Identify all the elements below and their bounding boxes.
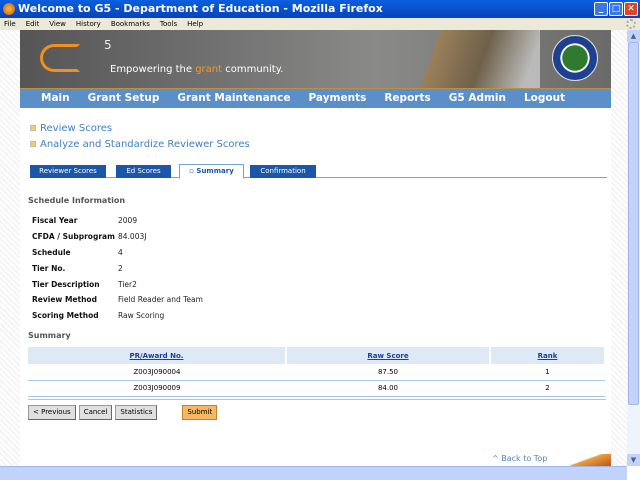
menu-help[interactable]: Help [187, 18, 203, 30]
info-label: Tier Description [32, 279, 100, 289]
library-image [390, 30, 540, 88]
score-cell: 87.50 [286, 364, 490, 381]
viewport: 5 Empowering the grant community. Main G… [0, 30, 627, 466]
nav-reports[interactable]: Reports [384, 89, 430, 108]
tab-confirmation[interactable]: Confirmation [250, 165, 316, 178]
info-row: Fiscal Year 2009 [32, 213, 203, 229]
tab-bar: Reviewer Scores Ed Scores ▫ Summary Conf… [30, 164, 607, 179]
tagline-post: community. [222, 64, 284, 75]
maximize-button[interactable]: □ [609, 2, 623, 16]
nav-grant-maintenance[interactable]: Grant Maintenance [177, 89, 290, 108]
tagline: Empowering the grant community. [110, 64, 283, 75]
nav-g5-admin[interactable]: G5 Admin [449, 89, 506, 108]
schedule-info: Fiscal Year 2009 CFDA / Subprogram 84.003J S… [32, 213, 203, 324]
table-row: Z003J090009 84.00 2 [28, 380, 605, 397]
info-row: CFDA / Subprogram 84.003J [32, 229, 203, 245]
info-label: Review Method [32, 295, 97, 305]
tab-summary-label: Summary [196, 167, 234, 175]
menu-bar: File Edit View History Bookmarks Tools H… [0, 18, 640, 30]
summary-table: PR/Award No. Raw Score Rank Z003J090004 8… [28, 347, 606, 397]
main-nav: Main Grant Setup Grant Maintenance Payme… [20, 88, 611, 108]
statistics-button[interactable]: Statistics [115, 405, 158, 420]
department-seal [552, 35, 598, 81]
link-label: Review Scores [40, 122, 113, 134]
col-raw-score[interactable]: Raw Score [286, 347, 491, 364]
table-row: Z003J090004 87.50 1 [28, 364, 605, 381]
menu-tools[interactable]: Tools [160, 18, 177, 30]
vertical-scrollbar[interactable]: ▲ ▼ [627, 30, 640, 466]
rank-cell: 1 [490, 364, 605, 381]
info-row: Schedule 4 [32, 245, 203, 261]
info-label: Tier No. [32, 263, 66, 273]
score-cell: 84.00 [286, 380, 490, 397]
scroll-up-icon[interactable]: ▲ [627, 30, 640, 42]
close-button[interactable]: ✕ [624, 2, 638, 16]
previous-button[interactable]: < Previous [28, 405, 76, 420]
scroll-down-icon[interactable]: ▼ [627, 454, 640, 466]
tab-summary[interactable]: ▫ Summary [179, 164, 244, 179]
col-award-label[interactable]: PR/Award No. [130, 352, 184, 360]
menu-view[interactable]: View [49, 18, 66, 30]
footer-decoration [570, 454, 611, 466]
nav-grant-setup[interactable]: Grant Setup [88, 89, 160, 108]
bullet-icon [30, 125, 36, 131]
info-label: CFDA / Subprogram [32, 232, 115, 242]
info-label: Schedule [32, 247, 71, 257]
info-row: Scoring Method Raw Scoring [32, 308, 203, 324]
info-label: Scoring Method [32, 311, 99, 321]
back-to-top-link[interactable]: ^ Back to Top [490, 454, 550, 464]
menu-edit[interactable]: Edit [26, 18, 40, 30]
menu-file[interactable]: File [4, 18, 16, 30]
minimize-button[interactable]: _ [594, 2, 608, 16]
title-bar: Welcome to G5 - Department of Education … [0, 0, 640, 18]
link-review-scores[interactable]: Review Scores [30, 120, 250, 136]
tab-ed-scores[interactable]: Ed Scores [116, 165, 171, 178]
info-row: Tier Description Tier2 [32, 276, 203, 292]
info-value: 2009 [118, 216, 138, 226]
tagline-pre: Empowering the [110, 64, 196, 75]
page: 5 Empowering the grant community. Main G… [20, 30, 611, 466]
col-raw-score-label[interactable]: Raw Score [367, 352, 408, 360]
nav-logout[interactable]: Logout [524, 89, 565, 108]
tab-reviewer-scores[interactable]: Reviewer Scores [30, 165, 106, 178]
info-value: Raw Scoring [118, 311, 165, 321]
nav-main[interactable]: Main [41, 89, 70, 108]
info-value: 4 [118, 247, 123, 257]
bullet-icon [30, 141, 36, 147]
info-value: Field Reader and Team [118, 295, 203, 305]
g5-logo [40, 44, 80, 72]
window-title: Welcome to G5 - Department of Education … [18, 2, 383, 15]
link-analyze-standardize[interactable]: Analyze and Standardize Reviewer Scores [30, 136, 250, 152]
menu-bookmarks[interactable]: Bookmarks [111, 18, 150, 30]
summary-heading: Summary [28, 331, 71, 340]
schedule-heading: Schedule Information [28, 196, 126, 205]
info-value: Tier2 [118, 279, 137, 289]
firefox-icon [3, 3, 15, 15]
cancel-button[interactable]: Cancel [78, 405, 113, 420]
award-cell: Z003J090009 [28, 380, 286, 397]
info-value: 84.003J [118, 232, 147, 242]
rank-cell: 2 [490, 380, 605, 397]
col-rank[interactable]: Rank [490, 347, 606, 364]
info-row: Review Method Field Reader and Team [32, 292, 203, 308]
tagline-accent: grant [195, 64, 223, 75]
menu-history[interactable]: History [76, 18, 101, 30]
col-award[interactable]: PR/Award No. [28, 347, 287, 364]
info-value: 2 [118, 263, 123, 273]
info-row: Tier No. 2 [32, 260, 203, 276]
scroll-thumb[interactable] [628, 42, 639, 405]
col-rank-label[interactable]: Rank [538, 352, 558, 360]
link-label: Analyze and Standardize Reviewer Scores [40, 138, 250, 150]
horizontal-scrollbar[interactable] [0, 466, 627, 480]
award-cell: Z003J090004 [28, 364, 286, 381]
table-divider [28, 399, 606, 400]
submit-button[interactable]: Submit [182, 405, 218, 420]
nav-payments[interactable]: Payments [309, 89, 367, 108]
info-label: Fiscal Year [32, 216, 78, 226]
banner: 5 Empowering the grant community. [20, 30, 611, 88]
throbber-icon [626, 19, 636, 29]
g5-logo-sup: 5 [104, 38, 112, 52]
